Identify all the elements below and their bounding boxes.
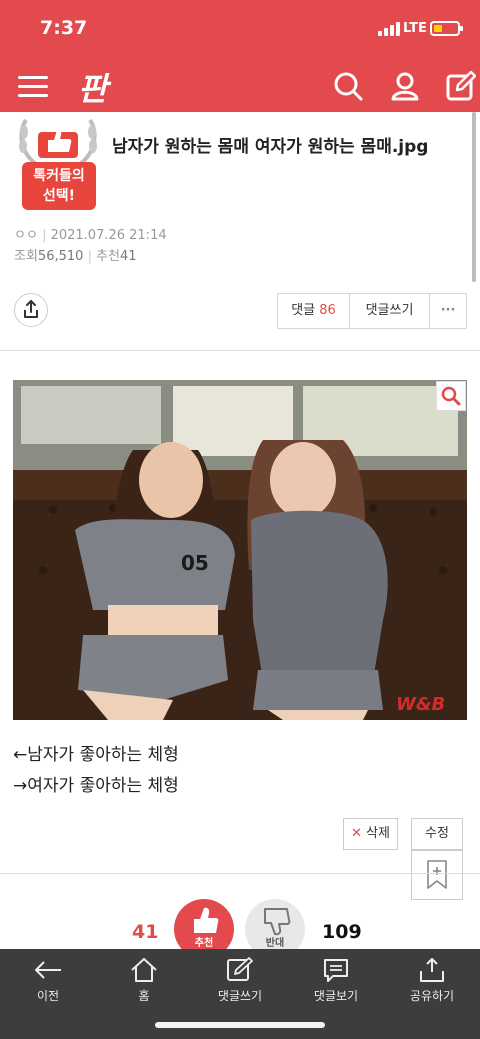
magnifier-icon — [441, 386, 461, 406]
meta-author-date: ㅇㅇ | 2021.07.26 21:14 — [14, 228, 167, 243]
home-icon — [131, 958, 157, 982]
delete-button[interactable]: ✕ 삭제 — [343, 818, 398, 850]
section-divider — [0, 350, 480, 351]
more-options-button[interactable]: ··· — [430, 294, 466, 328]
signal-icon — [378, 22, 400, 36]
body-line-2: →여자가 좋아하는 체형 — [13, 776, 179, 796]
upvote-label: 추천 — [194, 938, 214, 949]
tab-back-label: 이전 — [36, 989, 60, 1003]
tab-home[interactable]: 홈 — [96, 955, 192, 1011]
talkers-choice-badge: 톡커들의 선택! — [14, 112, 102, 212]
views-count: 56,510 — [37, 249, 84, 264]
article-title: 남자가 원하는 몸매 여자가 원하는 몸매.jpg — [112, 137, 429, 157]
reply-count-button[interactable]: 댓글 86 — [278, 294, 350, 328]
recommend-count: 41 — [120, 249, 137, 264]
badge-line2: 선택! — [42, 188, 76, 204]
menu-icon[interactable] — [18, 74, 48, 98]
zoom-button[interactable] — [436, 381, 466, 411]
downvote-label: 반대 — [265, 938, 285, 949]
tab-back[interactable]: 이전 — [0, 955, 96, 1011]
svg-text:05: 05 — [181, 551, 209, 575]
view-comments-icon — [324, 959, 348, 982]
article-action-group: 댓글 86 댓글쓰기 ··· — [277, 293, 467, 329]
status-time: 7:37 — [40, 17, 88, 39]
write-reply-button[interactable]: 댓글쓰기 — [350, 294, 430, 328]
photo-illustration: 05 — [13, 380, 467, 720]
scrollbar-thumb[interactable] — [472, 112, 476, 282]
photo-watermark: W&B — [396, 694, 446, 715]
back-arrow-icon — [35, 961, 61, 979]
pann-logo[interactable]: 판 — [78, 64, 107, 110]
views-label: 조회 — [14, 249, 38, 264]
article-photo[interactable]: 05 W&B — [13, 380, 467, 720]
network-type: LTE — [403, 21, 427, 36]
downvote-count: 109 — [322, 921, 362, 943]
user-icon[interactable] — [390, 71, 420, 101]
share-upload-icon — [24, 300, 38, 318]
app-header: 판 — [0, 60, 480, 112]
share-icon — [420, 958, 444, 982]
battery-icon — [430, 21, 463, 36]
home-indicator[interactable] — [155, 1022, 325, 1028]
badge-line1: 톡커들의 — [33, 168, 85, 184]
status-bar: 7:37 LTE — [0, 0, 480, 60]
delete-x-icon: ✕ — [351, 826, 362, 841]
reply-count: 86 — [319, 303, 336, 318]
body-line-1: ←남자가 좋아하는 체형 — [13, 745, 179, 765]
bookmark-add-icon — [427, 860, 447, 889]
search-icon[interactable] — [333, 71, 363, 101]
post-date: 2021.07.26 21:14 — [50, 228, 167, 243]
tab-view-comments-label: 댓글보기 — [313, 989, 359, 1003]
tab-write-comment-label: 댓글쓰기 — [217, 989, 263, 1003]
section-divider-2 — [0, 873, 480, 874]
tab-share-label: 공유하기 — [409, 989, 455, 1003]
tab-home-label: 홈 — [138, 989, 150, 1003]
tab-write-comment[interactable]: 댓글쓰기 — [192, 955, 288, 1011]
badge-label: 톡커들의 선택! — [22, 162, 96, 210]
share-button[interactable] — [14, 293, 48, 327]
meta-stats: 조회56,510 | 추천41 — [14, 249, 137, 264]
write-icon[interactable] — [446, 71, 476, 101]
tab-share[interactable]: 공유하기 — [384, 955, 480, 1011]
modify-button[interactable]: 수정 — [411, 818, 463, 850]
author-name[interactable]: ㅇㅇ — [14, 228, 38, 243]
article-header: 톡커들의 선택! 남자가 원하는 몸매 여자가 원하는 몸매.jpg ㅇㅇ | … — [0, 112, 480, 352]
reply-label: 댓글 — [291, 303, 316, 318]
write-comment-icon — [227, 957, 253, 981]
upvote-count: 41 — [132, 921, 159, 943]
recommend-label: 추천 — [96, 249, 120, 264]
delete-label: 삭제 — [366, 826, 390, 841]
bookmark-button[interactable] — [411, 850, 463, 900]
tab-view-comments[interactable]: 댓글보기 — [288, 955, 384, 1011]
